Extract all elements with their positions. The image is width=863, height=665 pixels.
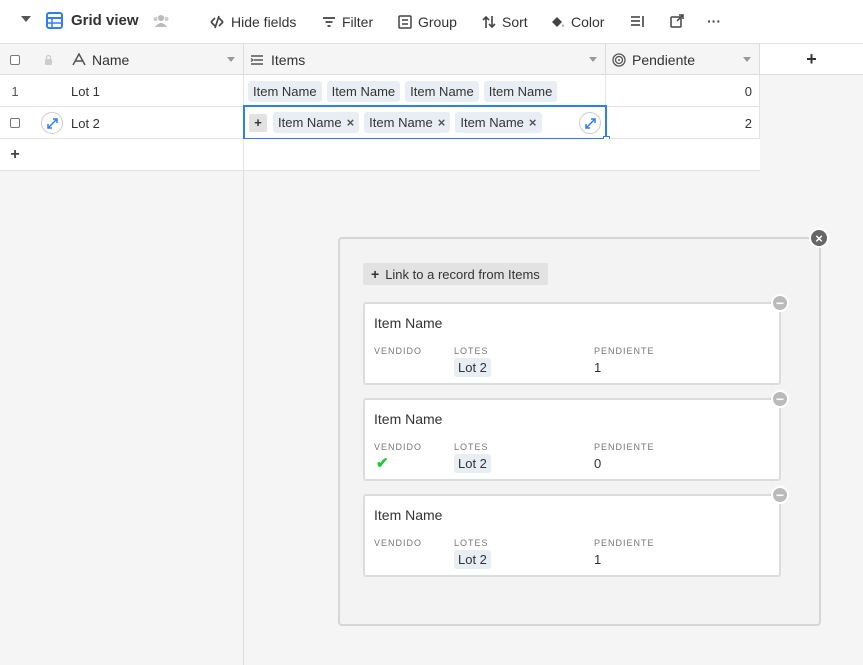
add-linked-record-button[interactable]: + [249,113,267,132]
remove-record-icon[interactable]: − [771,390,789,408]
checkmark-icon: ✔ [376,455,389,472]
filter-label: Filter [342,14,374,30]
chip-label: Item Name [369,115,433,130]
select-all-cell [0,44,30,75]
grid-view-icon [46,12,63,29]
plus-icon: + [371,266,380,282]
column-header-row: Name Items Pendiente [0,44,760,75]
expand-icon [41,112,63,134]
rollup-field-icon [612,52,626,67]
row-items-cell[interactable]: Item Name Item Name Item Name Item Name [244,75,606,107]
sort-label: Sort [502,14,528,30]
hide-fields-icon [210,15,224,29]
linked-item-chip[interactable]: Item Name [248,80,322,102]
row-select-cell [0,107,30,139]
row-number: 1 [11,83,19,99]
add-row[interactable]: + [0,139,760,171]
linked-record-card[interactable]: Item Name VENDIDO LOTES PENDIENTE ✔ Lot … [363,398,781,481]
remove-record-icon[interactable]: − [771,486,789,504]
linked-item-chip[interactable]: Item Name × [273,112,360,133]
link-record-button[interactable]: + Link to a record from Items [363,263,548,285]
hide-fields-button[interactable]: Hide fields [209,12,296,32]
filter-icon [323,17,335,27]
chip-label: Item Name [460,115,524,130]
field-label-lotes: LOTES [454,346,489,356]
field-label-pendiente: PENDIENTE [594,442,655,452]
paint-bucket-icon [552,17,564,27]
field-label-pendiente: PENDIENTE [594,346,655,356]
field-label-vendido: VENDIDO [374,346,423,356]
column-items-label: Items [271,51,306,68]
column-name-menu-icon[interactable] [227,57,235,62]
remove-chip-icon[interactable]: × [438,115,446,130]
chip-label: Item Name [278,115,342,130]
group-icon [398,15,412,29]
column-header-name[interactable]: Name [66,44,244,75]
expand-record-button[interactable] [38,107,66,139]
color-label: Color [571,14,605,30]
row-height-icon[interactable] [628,12,646,30]
remove-chip-icon[interactable]: × [529,115,537,130]
linked-item-chip[interactable]: Item Name [483,80,558,102]
expand-cell-icon[interactable] [579,112,601,134]
linked-record-card[interactable]: Item Name VENDIDO LOTES PENDIENTE Lot 2 … [363,494,781,577]
table-row[interactable]: 1 Lot 1 Item Name Item Name Item Name It… [0,75,760,107]
field-label-vendido: VENDIDO [374,442,423,452]
link-record-label: Link to a record from Items [385,266,540,282]
sort-icon [482,15,496,29]
linked-item-chip[interactable]: Item Name [326,80,401,102]
field-label-lotes: LOTES [454,538,489,548]
column-pendiente-label: Pendiente [632,51,696,68]
row-pendiente-cell[interactable]: 2 [606,107,760,139]
add-row-button[interactable]: + [0,139,30,171]
lot-chip: Lot 2 [454,454,491,473]
filter-button[interactable]: Filter [322,12,373,32]
close-panel-icon[interactable]: × [809,228,829,248]
remove-chip-icon[interactable]: × [347,115,355,130]
pendiente-value: 1 [594,360,602,375]
group-label: Group [418,14,457,30]
row-name-cell[interactable]: Lot 1 [71,75,244,107]
view-name[interactable]: Grid view [71,12,139,29]
toolbar: Grid view Hide fields Filter Group Sort … [0,0,863,44]
card-title: Item Name [374,507,443,523]
linked-record-icon [250,54,263,65]
collaborators-icon[interactable] [152,14,170,28]
card-title: Item Name [374,315,443,331]
linked-record-card[interactable]: Item Name VENDIDO LOTES PENDIENTE Lot 2 … [363,302,781,385]
column-name-label: Name [92,51,130,68]
share-view-icon[interactable] [668,12,686,30]
field-label-lotes: LOTES [454,442,489,452]
hide-fields-label: Hide fields [231,14,297,30]
color-button[interactable]: Color [550,12,604,32]
column-header-items[interactable]: Items [244,44,606,75]
linked-item-chip[interactable]: Item Name × [364,112,451,133]
view-menu-caret-icon[interactable] [21,16,31,22]
add-field-button[interactable]: + [760,44,863,75]
column-header-pendiente[interactable]: Pendiente [606,44,760,75]
remove-record-icon[interactable]: − [771,294,789,312]
row-name-cell[interactable]: Lot 2 [71,107,244,139]
field-label-vendido: VENDIDO [374,538,423,548]
pendiente-value: 1 [594,552,602,567]
field-label-pendiente: PENDIENTE [594,538,655,548]
linked-item-chip[interactable]: Item Name [405,80,479,102]
row-pendiente-cell[interactable]: 0 [606,75,760,107]
pendiente-value: 0 [594,456,602,471]
card-title: Item Name [374,411,443,427]
text-field-icon [72,53,86,66]
active-items-cell[interactable]: + Item Name × Item Name × Item Name × [243,105,610,143]
group-button[interactable]: Group [398,12,457,32]
linked-item-chip[interactable]: Item Name × [455,112,542,133]
more-options-icon[interactable]: ··· [705,12,723,30]
lot-chip: Lot 2 [454,550,491,569]
lot-chip: Lot 2 [454,358,491,377]
add-row-filler [66,139,244,171]
row-checkbox[interactable] [10,118,20,128]
sort-button[interactable]: Sort [482,12,528,32]
column-items-menu-icon[interactable] [589,57,597,62]
column-pendiente-menu-icon[interactable] [743,57,751,62]
select-all-checkbox[interactable] [10,54,20,65]
lock-icon [30,44,66,75]
